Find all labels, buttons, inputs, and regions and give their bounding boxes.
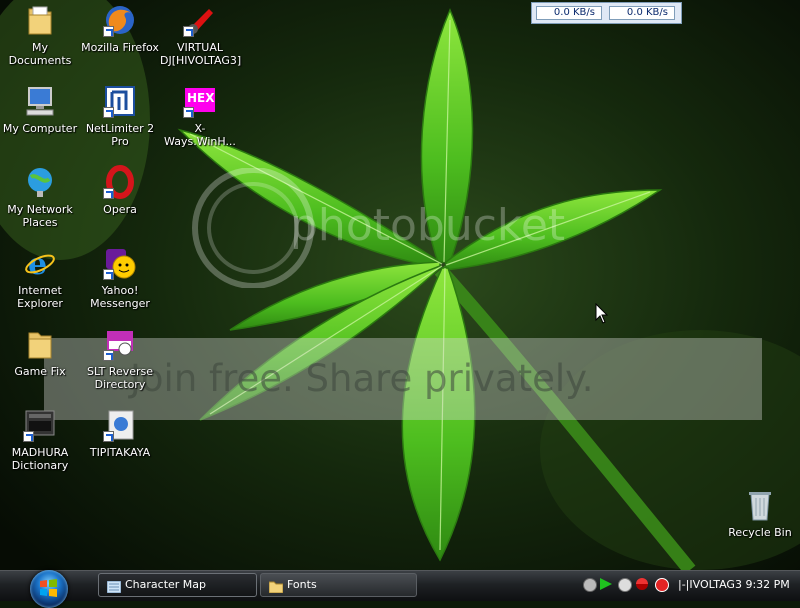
slt-directory-icon [103, 327, 137, 361]
desktop-icon-mozilla-firefox[interactable]: Mozilla Firefox [80, 3, 160, 54]
desktop-icon-label: Yahoo! Messenger [90, 284, 150, 310]
yahoo-messenger-icon [103, 246, 137, 280]
shortcut-arrow-icon [103, 26, 114, 37]
opera-icon [103, 165, 137, 199]
desktop-icon-label: X-Ways.WinH... [164, 122, 236, 148]
desktop-icon-label: Recycle Bin [728, 526, 792, 539]
virtual-dj-icon [183, 3, 217, 37]
desktop-icon-opera[interactable]: Opera [80, 165, 160, 216]
taskbar-clock[interactable]: |-|IVOLTAG3 9:32 PM [678, 573, 790, 597]
start-button[interactable] [30, 570, 68, 608]
watermark-logo-text: photobucket [290, 200, 566, 251]
dictionary-icon [23, 408, 57, 442]
netlimiter-icon [103, 84, 137, 118]
desktop-icon-label: My Network Places [7, 203, 73, 229]
computer-icon [23, 84, 57, 118]
shortcut-arrow-icon [103, 431, 114, 442]
desktop-icon-label: Opera [103, 203, 137, 216]
tray-speech-icon[interactable] [618, 578, 632, 592]
upload-rate: 0.0 KB/s [609, 6, 675, 20]
desktop-icon-yahoo-messenger[interactable]: Yahoo! Messenger [80, 246, 160, 310]
desktop-icon-label: My Computer [2, 122, 78, 135]
taskbar-button-fonts[interactable]: Fonts [260, 573, 417, 597]
netlimiter-meter[interactable]: 0.0 KB/s 0.0 KB/s [531, 2, 682, 24]
download-rate: 0.0 KB/s [536, 6, 602, 20]
desktop-icon-label: NetLimiter 2 Pro [85, 122, 155, 148]
desktop-icon-label: SLT Reverse Directory [86, 365, 154, 391]
shortcut-arrow-icon [103, 269, 114, 280]
desktop-icon-label: VIRTUAL DJ[HIVOLTAG3] [160, 41, 242, 67]
shortcut-arrow-icon [103, 350, 114, 361]
desktop-icon-label: Internet Explorer [17, 284, 63, 310]
desktop-icon-label: Mozilla Firefox [81, 41, 159, 54]
folder-icon [268, 579, 284, 594]
shortcut-arrow-icon [103, 107, 114, 118]
character-map-icon [106, 579, 122, 594]
desktop-icon-label: MADHURA Dictionary [11, 446, 69, 472]
desktop-icon-my-network-places[interactable]: My Network Places [0, 165, 80, 229]
desktop-icon-label: TIPITAKAYA [89, 446, 151, 459]
desktop-icon-my-computer[interactable]: My Computer [0, 84, 80, 135]
shortcut-arrow-icon [183, 107, 194, 118]
recycle-bin-icon [743, 488, 777, 522]
tray-status-icon[interactable] [583, 578, 597, 592]
desktop-icon-internet-explorer[interactable]: e Internet Explorer [0, 246, 80, 310]
shortcut-arrow-icon [23, 431, 34, 442]
tray-netlimiter-icon[interactable] [636, 578, 648, 590]
desktop-icon-slt-reverse-directory[interactable]: SLT Reverse Directory [80, 327, 160, 391]
desktop-icon-madhura-dictionary[interactable]: MADHURA Dictionary [0, 408, 80, 472]
desktop-icon-my-documents[interactable]: My Documents [0, 3, 80, 67]
windows-logo-icon [40, 579, 57, 597]
desktop-icon-x-ways[interactable]: HEX X-Ways.WinH... [160, 84, 240, 148]
mouse-cursor-icon [595, 303, 609, 324]
firefox-icon [103, 3, 137, 37]
taskbar-button-character-map[interactable]: Character Map [98, 573, 257, 597]
taskbar-button-label: Character Map [125, 578, 207, 591]
svg-text:HEX: HEX [187, 91, 215, 105]
desktop-icon-label: Game Fix [14, 365, 66, 378]
tray-close-icon[interactable] [655, 578, 669, 592]
tray-play-icon[interactable] [600, 578, 612, 590]
folder-icon [23, 327, 57, 361]
desktop-icon-game-fix[interactable]: Game Fix [0, 327, 80, 378]
hex-editor-icon: HEX [183, 84, 217, 118]
desktop-icon-recycle-bin[interactable]: Recycle Bin [720, 488, 800, 539]
desktop-icon-netlimiter[interactable]: NetLimiter 2 Pro [80, 84, 160, 148]
network-globe-icon [23, 165, 57, 199]
internet-explorer-icon: e [23, 246, 57, 282]
desktop-icon-label: My Documents [8, 41, 72, 67]
shortcut-arrow-icon [103, 188, 114, 199]
desktop-icon-tipitakaya[interactable]: TIPITAKAYA [80, 408, 160, 459]
taskbar-button-label: Fonts [287, 578, 317, 591]
tipitakaya-icon [103, 408, 137, 442]
folder-icon [23, 3, 57, 37]
shortcut-arrow-icon [183, 26, 194, 37]
watermark-band-text: Join free. Share privately. [130, 357, 594, 400]
desktop-icon-virtual-dj[interactable]: VIRTUAL DJ[HIVOLTAG3] [160, 3, 242, 67]
